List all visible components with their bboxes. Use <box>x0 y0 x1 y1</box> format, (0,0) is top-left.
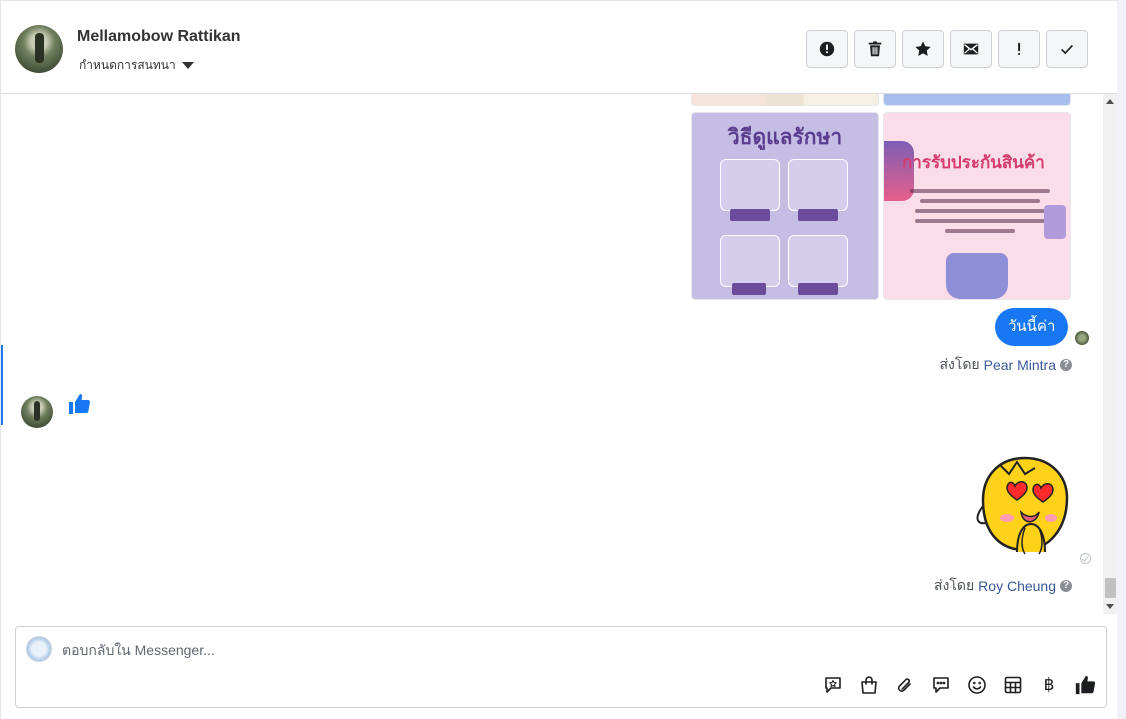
care-instructions-image[interactable]: วิธีดูแลรักษา <box>691 112 879 300</box>
thread-scrollbar[interactable] <box>1103 94 1118 614</box>
care-tag <box>798 209 838 221</box>
care-image-title: วิธีดูแลรักษา <box>727 126 843 149</box>
page-avatar <box>26 636 52 662</box>
mark-unread-button[interactable] <box>950 30 992 68</box>
contact-avatar-small[interactable] <box>21 396 53 428</box>
outgoing-message-bubble[interactable]: วันนี้ค่า <box>995 308 1069 346</box>
reply-composer: ฿ <box>15 626 1107 708</box>
sent-by-label: ส่งโดย <box>933 577 975 593</box>
messenger-conversation-panel: Mellamobow Rattikan กำหนดการสนทนา วิธีดู… <box>0 0 1118 719</box>
composer-toolbar: ฿ <box>821 673 1097 697</box>
incoming-like-message[interactable] <box>67 392 91 416</box>
sent-by-label: ส่งโดย <box>939 356 980 372</box>
warranty-image[interactable]: การรับประกันสินค้า <box>883 112 1071 300</box>
active-indicator <box>1 345 3 425</box>
sent-by-info: ส่งโดย Pear Mintra ? <box>939 354 1072 376</box>
mark-spam-button[interactable] <box>806 30 848 68</box>
emoji-icon <box>968 676 986 694</box>
thumbs-up-icon <box>69 394 90 414</box>
baht-icon: ฿ <box>1043 675 1055 695</box>
table-icon <box>1004 676 1022 694</box>
saved-reply-icon <box>825 677 841 693</box>
emoji-button[interactable] <box>965 673 989 697</box>
caret-down-icon <box>181 62 194 69</box>
care-tag <box>732 283 766 295</box>
comment-button[interactable] <box>929 673 953 697</box>
delete-button[interactable] <box>854 30 896 68</box>
shop-button[interactable] <box>857 673 881 697</box>
read-receipt-avatar <box>1075 331 1089 345</box>
scrollbar-thumb[interactable] <box>1105 578 1116 598</box>
star-icon <box>915 41 931 56</box>
alert-circle-icon <box>819 41 835 57</box>
check-icon <box>1061 44 1073 55</box>
contact-name[interactable]: Mellamobow Rattikan <box>77 28 241 46</box>
sender-name[interactable]: Roy Cheung <box>978 578 1056 594</box>
conversation-settings-dropdown[interactable]: กำหนดการสนทนา <box>79 56 194 75</box>
send-like-button[interactable] <box>1073 673 1097 697</box>
table-button[interactable] <box>1001 673 1025 697</box>
scroll-up-arrow-icon[interactable] <box>1106 99 1114 104</box>
attach-button[interactable] <box>893 673 917 697</box>
sent-by-info: ส่งโดย Roy Cheung ? <box>934 575 1072 597</box>
contact-avatar[interactable] <box>15 25 63 73</box>
conversation-header: Mellamobow Rattikan กำหนดการสนทนา <box>1 1 1118 94</box>
care-card <box>720 159 780 211</box>
care-tag <box>730 209 770 221</box>
heart-eyes-sticker[interactable] <box>967 456 1071 564</box>
comment-icon <box>933 677 949 693</box>
laundry-basket-illustration <box>946 253 1008 299</box>
warranty-image-title: การรับประกันสินค้า <box>902 153 1045 172</box>
payment-button[interactable]: ฿ <box>1037 673 1061 697</box>
sender-name[interactable]: Pear Mintra <box>984 357 1056 373</box>
follow-up-button[interactable] <box>998 30 1040 68</box>
message-thread[interactable]: วิธีดูแลรักษา การรับประกันสินค้า วันนี้ค… <box>1 94 1103 614</box>
window-edge <box>1117 0 1126 719</box>
saved-reply-button[interactable] <box>821 673 845 697</box>
image-attachment[interactable] <box>883 94 1071 106</box>
thumbs-up-icon <box>1075 675 1096 695</box>
warranty-text-lines <box>900 185 1060 239</box>
care-card <box>720 235 780 287</box>
star-button[interactable] <box>902 30 944 68</box>
care-card <box>788 235 848 287</box>
mark-done-button[interactable] <box>1046 30 1088 68</box>
attachment-icon <box>897 678 911 692</box>
shop-bag-icon <box>861 676 877 694</box>
help-icon[interactable]: ? <box>1060 359 1072 371</box>
exclamation-icon <box>1018 42 1021 56</box>
scroll-down-arrow-icon[interactable] <box>1106 604 1114 609</box>
seen-check-icon <box>1080 553 1091 564</box>
envelope-icon <box>963 43 979 55</box>
care-card <box>788 159 848 211</box>
help-icon[interactable]: ? <box>1060 580 1072 592</box>
image-attachment[interactable] <box>691 94 879 106</box>
conversation-actions <box>806 30 1088 68</box>
trash-icon <box>868 41 882 57</box>
care-tag <box>798 283 838 295</box>
reply-input[interactable] <box>62 639 762 661</box>
conversation-settings-label: กำหนดการสนทนา <box>79 58 176 72</box>
washing-machine-illustration <box>1044 205 1066 239</box>
